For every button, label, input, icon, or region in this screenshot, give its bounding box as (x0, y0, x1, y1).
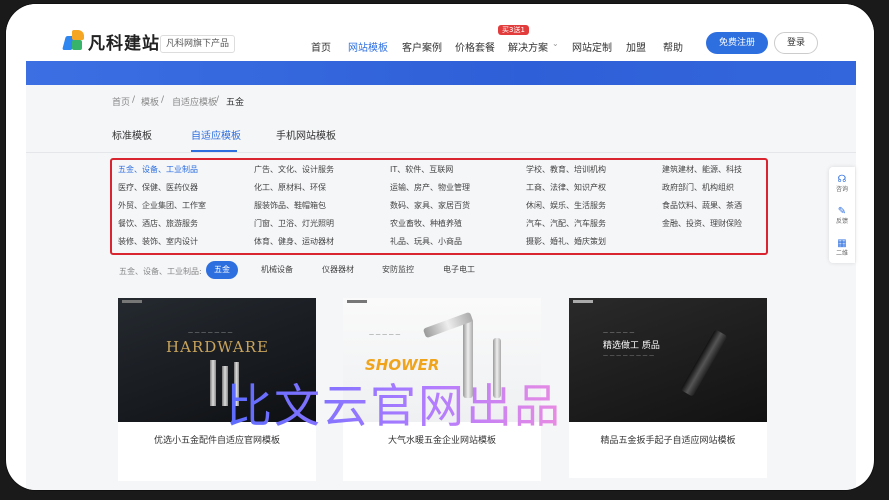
tab-adaptive[interactable]: 自适应模板 (191, 127, 241, 142)
filter-item[interactable]: 汽车、汽配、汽车服务 (526, 218, 606, 229)
subfilter-chip-machinery[interactable]: 机械设备 (253, 261, 301, 279)
filter-item[interactable]: 运输、房产、物业管理 (390, 182, 470, 193)
filter-item[interactable]: 服装饰品、鞋帽箱包 (254, 200, 326, 211)
subfilter-chip-electrical[interactable]: 电子电工 (435, 261, 483, 279)
nav-templates[interactable]: 网站模板 (348, 39, 388, 54)
qrcode-icon: ▦ (837, 238, 847, 249)
preview-headline: 精选做工 质品 (603, 341, 660, 351)
qrcode-label: 二维 (835, 250, 848, 257)
feedback-tool[interactable]: ✎ 反馈 (829, 205, 855, 226)
breadcrumb-home[interactable]: 首页 (112, 95, 130, 108)
hero-banner (26, 61, 856, 85)
preview-decor-text: — — — — — — — — (603, 353, 655, 359)
headset-icon: ☊ (837, 174, 847, 185)
active-tab-indicator (191, 150, 237, 152)
breadcrumb-templates[interactable]: 模板 (141, 95, 159, 108)
filter-item[interactable]: 摄影、婚礼、婚庆策划 (526, 236, 606, 247)
breadcrumb-sep: / (216, 95, 220, 105)
template-preview-image[interactable]: — — — — — 精选做工 质品 — — — — — — — — (569, 298, 767, 422)
nav-solutions[interactable]: 解决方案 (508, 39, 548, 54)
nav-home[interactable]: 首页 (311, 39, 331, 54)
nav-pricing[interactable]: 价格套餐 (455, 39, 495, 54)
pencil-icon: ✎ (837, 206, 847, 217)
filter-item[interactable]: 体育、健身、运动器材 (254, 236, 334, 247)
filter-item[interactable]: 餐饮、酒店、旅游服务 (118, 218, 198, 229)
filter-item[interactable]: 农业畜牧、种植养殖 (390, 218, 462, 229)
next-row-card (118, 469, 316, 481)
filter-item[interactable]: 五金、设备、工业制品 (118, 164, 198, 175)
industry-filter-panel: 五金、设备、工业制品 广告、文化、设计服务 IT、软件、互联网 学校、教育、培训… (110, 158, 768, 255)
preview-decor-text: — — — — — — — (188, 330, 233, 336)
filter-item[interactable]: 学校、教育、培训机构 (526, 164, 606, 175)
preview-headline: HARDWARE (166, 338, 269, 356)
screw-image (210, 360, 216, 406)
filter-item[interactable]: 医疗、保健、医药仪器 (118, 182, 198, 193)
top-navigation-bar: 凡科建站 凡科网旗下产品 首页 网站模板 客户案例 价格套餐 买3送1 解决方案… (6, 4, 874, 62)
template-title[interactable]: 精品五金扳手起子自适应网站模板 (569, 433, 767, 446)
nav-franchise[interactable]: 加盟 (626, 39, 646, 54)
feedback-label: 反馈 (835, 218, 848, 225)
breadcrumb-sep: / (132, 95, 136, 105)
brand-logo-icon[interactable] (62, 30, 86, 50)
next-row-card (343, 469, 541, 481)
breadcrumb-current: 五金 (226, 98, 245, 108)
filter-item[interactable]: 建筑建材、能源、科技 (662, 164, 742, 175)
filter-item[interactable]: 数码、家具、家居百货 (390, 200, 470, 211)
nav-cases[interactable]: 客户案例 (402, 39, 442, 54)
subfilter-chip-instruments[interactable]: 仪器器材 (314, 261, 362, 279)
side-toolbar: ☊ 咨询 ✎ 反馈 ▦ 二维 (829, 167, 855, 263)
filter-item[interactable]: 礼品、玩具、小商品 (390, 236, 462, 247)
filter-item[interactable]: 门窗、卫浴、灯光照明 (254, 218, 334, 229)
watermark-text: 比文云官网出品 (226, 370, 562, 436)
preview-decor-text: — — — — — (603, 330, 635, 336)
subfilter-chip-hardware[interactable]: 五金 (206, 261, 238, 279)
filter-item[interactable]: 休闲、娱乐、生活服务 (526, 200, 606, 211)
filter-item[interactable]: 政府部门、机构组织 (662, 182, 734, 193)
tab-standard[interactable]: 标准模板 (112, 127, 152, 142)
filter-item[interactable]: 化工、原材料、环保 (254, 182, 326, 193)
filter-item[interactable]: IT、软件、互联网 (390, 164, 453, 175)
filter-item[interactable]: 金融、投资、理财保险 (662, 218, 742, 229)
subfilter-label: 五金、设备、工业制品: (119, 267, 202, 276)
filter-item[interactable]: 装修、装饰、室内设计 (118, 236, 198, 247)
tool-image (680, 329, 728, 397)
brand-subtitle: 凡科网旗下产品 (160, 35, 236, 53)
pricing-promo-badge: 买3送1 (498, 25, 529, 35)
filter-item[interactable]: 食品饮料、蔬果、茶酒 (662, 200, 742, 211)
brand-name[interactable]: 凡科建站 (88, 29, 160, 54)
nav-help[interactable]: 帮助 (663, 39, 683, 54)
filter-item[interactable]: 工商、法律、知识产权 (526, 182, 606, 193)
chevron-down-icon: ⌄ (552, 39, 559, 48)
tab-mobile[interactable]: 手机网站模板 (276, 127, 336, 142)
breadcrumb-adaptive[interactable]: 自适应模板 (172, 95, 217, 108)
filter-item[interactable]: 外贸、企业集团、工作室 (118, 200, 206, 211)
template-type-tabs: 标准模板 自适应模板 手机网站模板 (26, 115, 856, 153)
template-card[interactable]: — — — — — 精选做工 质品 — — — — — — — — 精品五金扳手… (569, 298, 767, 478)
qrcode-tool[interactable]: ▦ 二维 (829, 237, 855, 258)
filter-item[interactable]: 广告、文化、设计服务 (254, 164, 334, 175)
nav-custom[interactable]: 网站定制 (572, 39, 612, 54)
subfilter-chip-security[interactable]: 安防监控 (374, 261, 422, 279)
register-button[interactable]: 免费注册 (706, 32, 768, 54)
breadcrumb-sep: / (161, 95, 165, 105)
consult-label: 咨询 (835, 186, 848, 193)
login-button[interactable]: 登录 (774, 32, 818, 54)
consult-tool[interactable]: ☊ 咨询 (829, 173, 855, 194)
preview-decor-text: — — — — — (369, 332, 401, 338)
